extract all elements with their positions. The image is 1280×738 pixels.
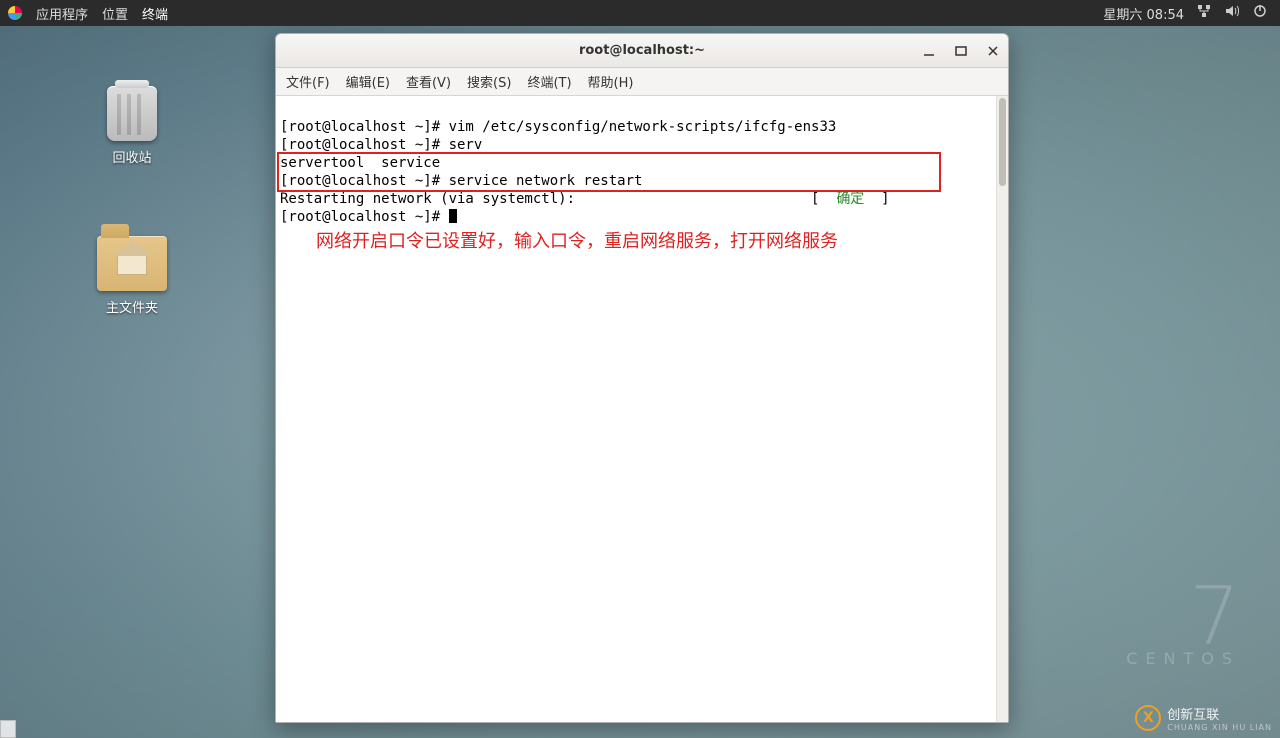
term-line: Restarting network (via systemctl): [ 确定… — [280, 191, 890, 207]
volume-icon[interactable] — [1224, 3, 1240, 23]
home-folder-icon[interactable]: 主文件夹 — [82, 236, 182, 316]
top-panel: 应用程序 位置 终端 星期六 08:54 — [0, 0, 1280, 26]
activities-icon[interactable] — [8, 6, 22, 20]
window-title: root@localhost:~ — [579, 43, 705, 58]
terminal-output: [root@localhost ~]# vim /etc/sysconfig/n… — [276, 96, 1008, 226]
power-icon[interactable] — [1252, 3, 1268, 23]
home-label: 主文件夹 — [82, 297, 182, 316]
clock[interactable]: 星期六 08:54 — [1103, 4, 1184, 23]
menu-edit[interactable]: 编辑(E) — [346, 72, 390, 91]
watermark-sub: CHUANG XIN HU LIAN — [1167, 723, 1272, 732]
folder-icon — [97, 236, 167, 291]
term-line: [root@localhost ~]# service network rest… — [280, 173, 642, 189]
trash-can-icon — [107, 86, 157, 141]
menu-applications[interactable]: 应用程序 — [36, 4, 88, 23]
taskbar-stub[interactable] — [0, 720, 16, 738]
menu-search[interactable]: 搜索(S) — [467, 72, 511, 91]
term-line: servertool service — [280, 155, 440, 171]
minimize-button[interactable] — [922, 44, 936, 58]
watermark-text: 创新互联 — [1167, 708, 1219, 723]
menu-places[interactable]: 位置 — [102, 4, 128, 23]
menu-terminal[interactable]: 终端 — [142, 4, 168, 23]
menu-terminal[interactable]: 终端(T) — [527, 72, 571, 91]
corner-watermark: X 创新互联 CHUANG XIN HU LIAN — [1135, 704, 1272, 732]
menu-help[interactable]: 帮助(H) — [588, 72, 634, 91]
maximize-button[interactable] — [954, 44, 968, 58]
terminal-body[interactable]: [root@localhost ~]# vim /etc/sysconfig/n… — [276, 96, 1008, 722]
network-icon[interactable] — [1196, 3, 1212, 23]
scrollbar[interactable] — [996, 96, 1008, 722]
status-ok: 确定 — [836, 191, 864, 207]
close-button[interactable] — [986, 44, 1000, 58]
annotation-text: 网络开启口令已设置好，输入口令，重启网络服务，打开网络服务 — [316, 232, 838, 250]
menubar: 文件(F) 编辑(E) 查看(V) 搜索(S) 终端(T) 帮助(H) — [276, 68, 1008, 96]
term-line: [root@localhost ~]# serv — [280, 137, 482, 153]
menu-view[interactable]: 查看(V) — [406, 72, 451, 91]
titlebar[interactable]: root@localhost:~ — [276, 34, 1008, 68]
cursor-icon — [449, 209, 457, 223]
centos-name: CENTOS — [1126, 649, 1240, 668]
trash-icon[interactable]: 回收站 — [82, 86, 182, 166]
menu-file[interactable]: 文件(F) — [286, 72, 330, 91]
centos-version: 7 — [1126, 585, 1240, 649]
centos-watermark: 7 CENTOS — [1126, 585, 1240, 668]
scrollbar-thumb[interactable] — [999, 98, 1006, 186]
terminal-window: root@localhost:~ 文件(F) 编辑(E) 查看(V) 搜索(S)… — [275, 33, 1009, 723]
watermark-logo-icon: X — [1135, 705, 1161, 731]
trash-label: 回收站 — [82, 147, 182, 166]
term-prompt: [root@localhost ~]# — [280, 209, 457, 225]
term-line: [root@localhost ~]# vim /etc/sysconfig/n… — [280, 119, 836, 135]
